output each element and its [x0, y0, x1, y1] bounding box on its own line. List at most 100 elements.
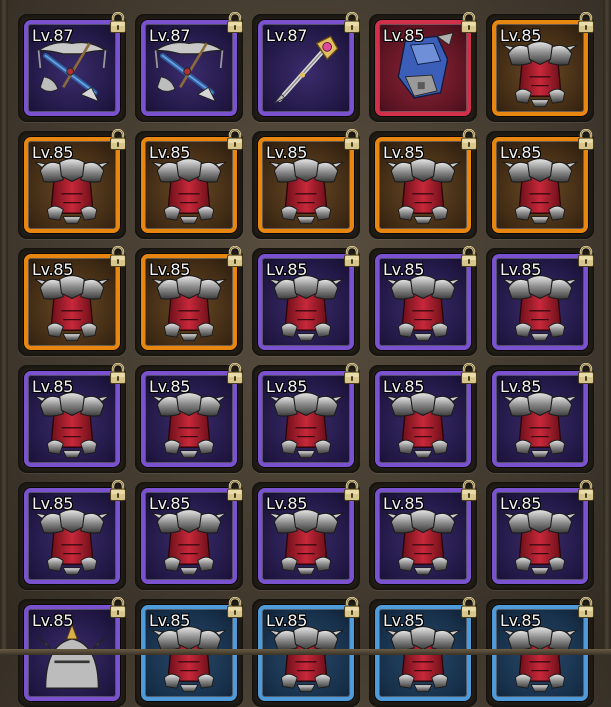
item-level-label: Lv.85	[500, 143, 542, 162]
padlock-icon[interactable]	[459, 362, 479, 385]
item-level-label: Lv.85	[32, 494, 74, 513]
padlock-icon[interactable]	[342, 128, 362, 151]
inventory-slot: Lv.85	[252, 245, 362, 356]
inventory-slot: Lv.87	[135, 11, 245, 122]
inventory-slot: Lv.85	[252, 479, 362, 590]
inventory-slot: Lv.85	[369, 245, 479, 356]
inventory-slot: Lv.85	[252, 362, 362, 473]
equipment-item-crossbow[interactable]: Lv.87	[24, 20, 120, 116]
frame-bottom-border	[0, 649, 611, 655]
padlock-icon[interactable]	[225, 245, 245, 268]
padlock-icon[interactable]	[108, 128, 128, 151]
item-level-label: Lv.85	[383, 494, 425, 513]
padlock-icon[interactable]	[225, 479, 245, 502]
item-level-label: Lv.85	[383, 26, 425, 45]
inventory-slot: Lv.85	[486, 11, 596, 122]
padlock-icon[interactable]	[576, 479, 596, 502]
padlock-icon[interactable]	[459, 128, 479, 151]
equipment-item-armor[interactable]: Lv.85	[258, 488, 354, 584]
item-level-label: Lv.85	[383, 377, 425, 396]
inventory-slot: Lv.85	[486, 479, 596, 590]
item-level-label: Lv.85	[149, 260, 191, 279]
inventory-slot: Lv.85	[486, 362, 596, 473]
padlock-icon[interactable]	[576, 596, 596, 619]
item-level-label: Lv.85	[149, 377, 191, 396]
padlock-icon[interactable]	[108, 11, 128, 34]
equipment-item-staff[interactable]: Lv.87	[258, 20, 354, 116]
equipment-item-armor[interactable]: Lv.85	[258, 371, 354, 467]
frame-right-border	[603, 0, 611, 655]
padlock-icon[interactable]	[108, 596, 128, 619]
padlock-icon[interactable]	[576, 128, 596, 151]
item-level-label: Lv.85	[500, 26, 542, 45]
item-level-label: Lv.85	[32, 611, 74, 630]
equipment-item-gauntlet[interactable]: Lv.85	[375, 20, 471, 116]
item-level-label: Lv.85	[266, 494, 308, 513]
padlock-icon[interactable]	[225, 596, 245, 619]
equipment-item-crossbow[interactable]: Lv.87	[141, 20, 237, 116]
inventory-slot: Lv.85	[18, 245, 128, 356]
item-level-label: Lv.85	[383, 143, 425, 162]
equipment-item-armor[interactable]: Lv.85	[24, 371, 120, 467]
inventory-slot: Lv.85	[369, 11, 479, 122]
padlock-icon[interactable]	[576, 11, 596, 34]
item-level-label: Lv.85	[266, 377, 308, 396]
inventory-slot: Lv.85	[252, 128, 362, 239]
padlock-icon[interactable]	[225, 128, 245, 151]
equipment-item-armor[interactable]: Lv.85	[375, 488, 471, 584]
inventory-slot: Lv.85	[135, 128, 245, 239]
padlock-icon[interactable]	[342, 245, 362, 268]
equipment-item-armor[interactable]: Lv.85	[24, 488, 120, 584]
equipment-item-armor[interactable]: Lv.85	[375, 254, 471, 350]
equipment-item-armor[interactable]: Lv.85	[492, 371, 588, 467]
padlock-icon[interactable]	[459, 11, 479, 34]
item-level-label: Lv.85	[383, 611, 425, 630]
equipment-item-armor[interactable]: Lv.85	[24, 254, 120, 350]
padlock-icon[interactable]	[225, 362, 245, 385]
padlock-icon[interactable]	[108, 362, 128, 385]
padlock-icon[interactable]	[108, 245, 128, 268]
equipment-item-armor[interactable]: Lv.85	[141, 488, 237, 584]
padlock-icon[interactable]	[342, 479, 362, 502]
padlock-icon[interactable]	[342, 362, 362, 385]
padlock-icon[interactable]	[342, 596, 362, 619]
equipment-item-armor[interactable]: Lv.85	[375, 137, 471, 233]
equipment-item-armor[interactable]: Lv.85	[492, 137, 588, 233]
equipment-item-armor[interactable]: Lv.85	[141, 137, 237, 233]
padlock-icon[interactable]	[576, 245, 596, 268]
inventory-slot: Lv.85	[486, 128, 596, 239]
padlock-icon[interactable]	[108, 479, 128, 502]
equipment-item-armor[interactable]: Lv.85	[258, 137, 354, 233]
item-level-label: Lv.87	[149, 26, 191, 45]
padlock-icon[interactable]	[459, 596, 479, 619]
inventory-slot: Lv.85	[135, 245, 245, 356]
item-level-label: Lv.85	[149, 143, 191, 162]
item-level-label: Lv.85	[500, 260, 542, 279]
equipment-item-armor[interactable]: Lv.85	[141, 254, 237, 350]
padlock-icon[interactable]	[342, 11, 362, 34]
equipment-item-armor[interactable]: Lv.85	[492, 20, 588, 116]
item-level-label: Lv.85	[32, 377, 74, 396]
inventory-slot: Lv.85	[486, 245, 596, 356]
inventory-slot: Lv.85	[369, 362, 479, 473]
inventory-slot: Lv.87	[252, 11, 362, 122]
equipment-item-armor[interactable]: Lv.85	[375, 371, 471, 467]
inventory-slot: Lv.85	[18, 128, 128, 239]
equipment-item-armor[interactable]: Lv.85	[24, 137, 120, 233]
inventory-grid: Lv.87 Lv.87 Lv.87 Lv.85 Lv.85 Lv.85 Lv.8…	[18, 11, 601, 707]
item-level-label: Lv.87	[266, 26, 308, 45]
inventory-slot: Lv.85	[369, 479, 479, 590]
item-level-label: Lv.85	[32, 260, 74, 279]
equipment-item-armor[interactable]: Lv.85	[492, 254, 588, 350]
equipment-item-armor[interactable]: Lv.85	[492, 488, 588, 584]
padlock-icon[interactable]	[459, 479, 479, 502]
inventory-slot: Lv.85	[18, 479, 128, 590]
inventory-slot: Lv.85	[369, 128, 479, 239]
inventory-slot: Lv.87	[18, 11, 128, 122]
padlock-icon[interactable]	[225, 11, 245, 34]
item-level-label: Lv.85	[500, 494, 542, 513]
equipment-item-armor[interactable]: Lv.85	[258, 254, 354, 350]
padlock-icon[interactable]	[459, 245, 479, 268]
equipment-item-armor[interactable]: Lv.85	[141, 371, 237, 467]
padlock-icon[interactable]	[576, 362, 596, 385]
